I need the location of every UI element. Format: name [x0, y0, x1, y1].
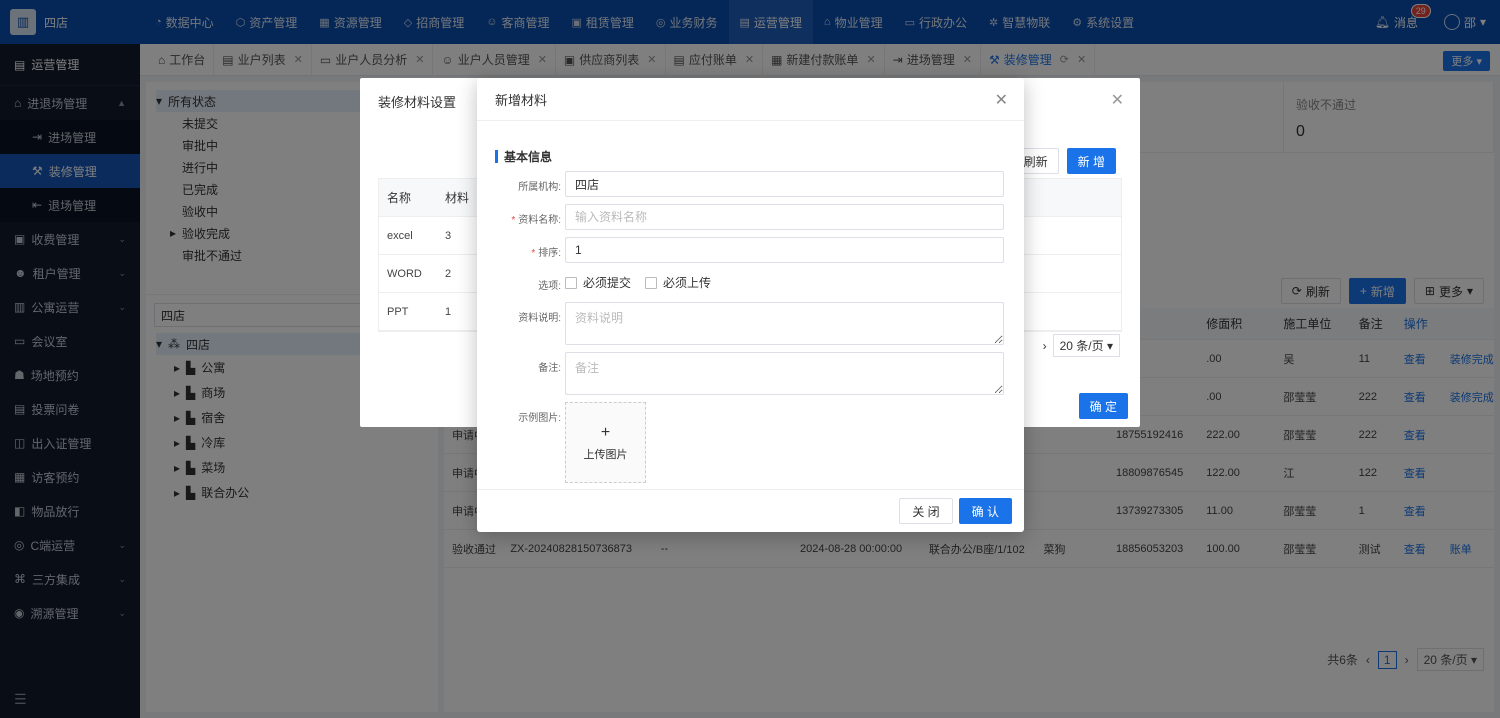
desc-label: 资料说明: [518, 313, 561, 324]
page-size-label: 20 条/页 [1059, 339, 1104, 353]
sort-input[interactable] [565, 237, 1004, 263]
plus-icon: + [600, 423, 611, 441]
dialog-title: 新增材料 [495, 92, 548, 108]
remark-textarea[interactable] [565, 352, 1004, 395]
upload-image-button[interactable]: + 上传图片 [565, 402, 646, 483]
close-button[interactable]: 关 闭 [899, 498, 953, 524]
name-label: * 资料名称: [511, 215, 561, 226]
must-submit-checkbox[interactable]: 必须提交 [565, 274, 631, 291]
add-label: 新 增 [1077, 154, 1105, 169]
checkbox-box [565, 276, 577, 289]
table-cell: PPT [387, 305, 409, 318]
dialog-title: 装修材料设置 [378, 95, 457, 110]
next-page-icon[interactable]: › [1043, 339, 1047, 353]
name-label-text: 资料名称: [518, 215, 561, 226]
org-label: 所属机构: [518, 182, 561, 193]
column-header: 名称 [387, 191, 412, 205]
refresh-label: 刷新 [1023, 154, 1048, 169]
table-cell: excel [387, 229, 413, 242]
close-icon[interactable]: ✕ [1111, 90, 1124, 110]
must-submit-label: 必须提交 [583, 276, 632, 290]
sort-label: * 排序: [531, 248, 561, 259]
close-icon[interactable]: ✕ [995, 90, 1008, 110]
section-basic-info: 基本信息 [495, 148, 552, 165]
must-upload-checkbox[interactable]: 必须上传 [645, 274, 711, 291]
confirm-button[interactable]: 确 认 [958, 498, 1012, 524]
ok-label: 确 定 [1089, 399, 1117, 414]
page-size-select[interactable]: 20 条/页 ▾ [1052, 334, 1120, 357]
material-name-input[interactable] [565, 204, 1004, 230]
confirm-ok-button[interactable]: 确 定 [1078, 393, 1128, 419]
section-title: 基本信息 [504, 150, 553, 164]
checkbox-box [645, 276, 658, 289]
section-marker [495, 150, 498, 163]
materials-pager: › 20 条/页 ▾ [1043, 334, 1120, 357]
back-add-button[interactable]: 新 增 [1066, 148, 1116, 174]
close-label: 关 闭 [912, 504, 940, 519]
must-upload-label: 必须上传 [663, 276, 712, 290]
table-cell: WORD [387, 267, 422, 280]
add-material-dialog: 新增材料 ✕ 基本信息 所属机构: *资料名称: *排序: 选项: 必须提交 必… [477, 78, 1024, 532]
dialog-header: 新增材料 ✕ [477, 78, 1024, 121]
remark-label: 备注: [538, 363, 561, 374]
description-textarea[interactable] [565, 302, 1004, 345]
confirm-label: 确 认 [971, 504, 999, 519]
image-label: 示例图片: [518, 413, 561, 424]
options-label: 选项: [538, 281, 561, 292]
dialog-footer: 关 闭 确 认 [477, 489, 1024, 532]
org-field[interactable] [565, 171, 1004, 197]
sort-label-text: 排序: [538, 248, 561, 259]
upload-label: 上传图片 [583, 448, 628, 461]
